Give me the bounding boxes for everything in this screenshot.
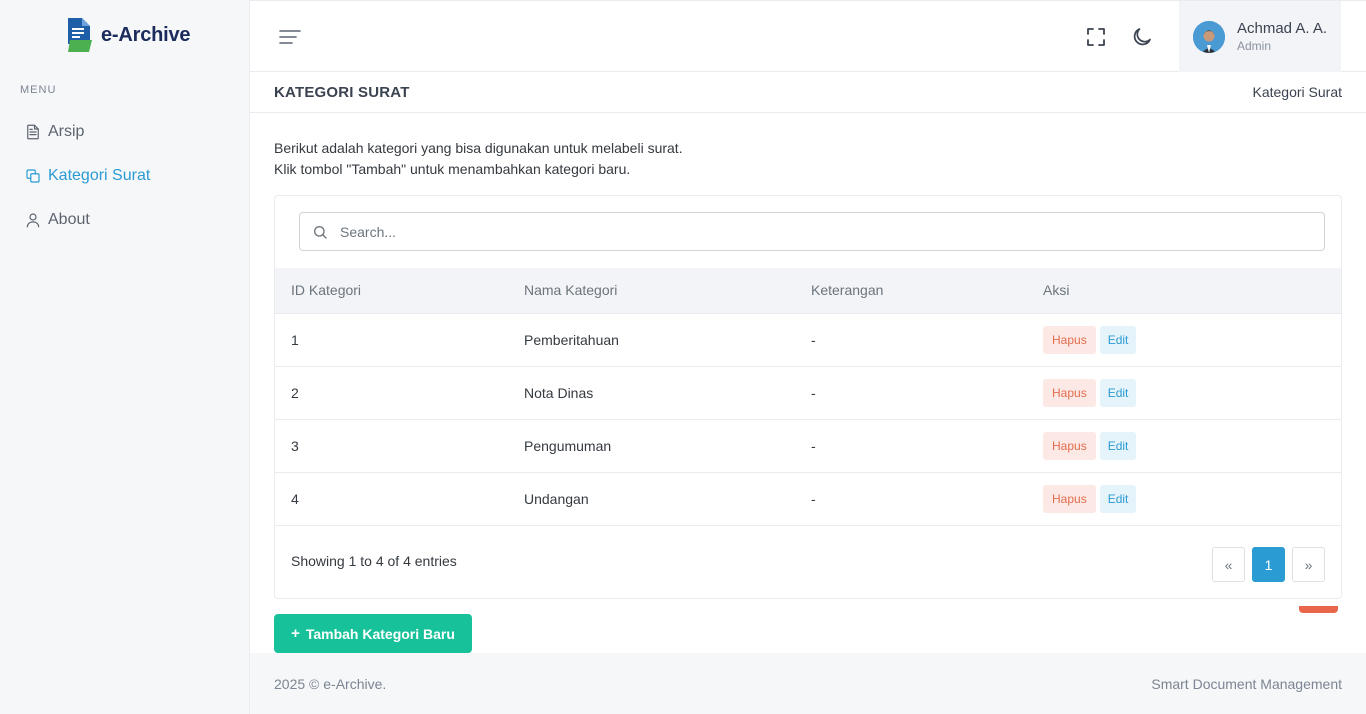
intro-line-1: Berikut adalah kategori yang bisa diguna… [274, 140, 683, 156]
cell-name: Pengumuman [524, 437, 612, 454]
menu-toggle-icon[interactable] [278, 25, 302, 49]
column-header-id[interactable]: ID Kategori [275, 268, 508, 313]
floating-tab[interactable] [1299, 606, 1338, 613]
page-title: KATEGORI SURAT [274, 84, 410, 101]
sidebar-item-about[interactable]: About [0, 198, 250, 242]
footer: 2025 © e-Archive. Smart Document Managem… [250, 653, 1366, 714]
cell-id: 1 [291, 331, 299, 348]
cell-name: Pemberitahuan [524, 331, 619, 348]
sidebar: e-Archive MENU Arsip Kategori Surat Abou… [0, 0, 250, 714]
cell-keterangan: - [811, 331, 816, 348]
sidebar-item-kategori-surat[interactable]: Kategori Surat [0, 154, 250, 198]
category-table: ID Kategori Nama Kategori Keterangan Aks… [275, 268, 1341, 526]
pagination-next-button[interactable]: » [1292, 547, 1325, 582]
sidebar-item-label: Kategori Surat [48, 167, 151, 184]
table-row: 3 Pengumuman - Hapus Edit [275, 419, 1341, 472]
add-category-button[interactable]: + Tambah Kategori Baru [274, 614, 472, 653]
add-category-label: Tambah Kategori Baru [305, 625, 455, 642]
brand-name: e-Archive [101, 23, 191, 46]
file-text-icon [27, 124, 39, 140]
cell-keterangan: - [811, 490, 816, 507]
intro-text: Berikut adalah kategori yang bisa diguna… [274, 138, 683, 180]
search-input[interactable] [340, 223, 1300, 240]
cell-actions: Hapus Edit [1027, 366, 1341, 419]
search-icon [314, 225, 327, 239]
category-table-card: ID Kategori Nama Kategori Keterangan Aks… [274, 195, 1342, 599]
table-row: 4 Undangan - Hapus Edit [275, 472, 1341, 525]
e-archive-logo-icon [66, 16, 96, 54]
table-row: 2 Nota Dinas - Hapus Edit [275, 366, 1341, 419]
moon-icon[interactable] [1130, 25, 1154, 49]
edit-button[interactable]: Edit [1099, 484, 1137, 513]
cell-name: Undangan [524, 490, 589, 507]
cell-keterangan: - [811, 384, 816, 401]
sidebar-item-label: About [48, 211, 90, 228]
search-box[interactable] [299, 212, 1325, 251]
cell-actions: Hapus Edit [1027, 472, 1341, 525]
pagination-page-button[interactable]: 1 [1252, 547, 1285, 582]
user-icon [26, 213, 40, 228]
delete-button[interactable]: Hapus [1043, 484, 1096, 513]
footer-copyright: 2025 © e-Archive. [274, 676, 387, 692]
footer-tagline: Smart Document Management [1151, 676, 1342, 692]
sidebar-item-label: Arsip [48, 123, 85, 140]
cell-actions: Hapus Edit [1027, 419, 1341, 472]
sidebar-nav: Arsip Kategori Surat About [0, 110, 250, 242]
plus-icon: + [291, 625, 300, 642]
pagination-prev-button[interactable]: « [1212, 547, 1245, 582]
intro-line-2: Klik tombol "Tambah" untuk menambahkan k… [274, 161, 631, 177]
delete-button[interactable]: Hapus [1043, 378, 1096, 407]
topbar: Achmad A. A. Admin [250, 0, 1366, 72]
cell-id: 3 [291, 437, 299, 454]
fullscreen-icon[interactable] [1084, 25, 1108, 49]
delete-button[interactable]: Hapus [1043, 325, 1096, 354]
cell-id: 4 [291, 490, 299, 507]
table-header-row: ID Kategori Nama Kategori Keterangan Aks… [275, 268, 1341, 313]
table-row: 1 Pemberitahuan - Hapus Edit [275, 313, 1341, 366]
brand-logo-link[interactable]: e-Archive [66, 16, 191, 54]
sidebar-item-arsip[interactable]: Arsip [0, 110, 250, 154]
cell-actions: Hapus Edit [1027, 313, 1341, 366]
page-header: KATEGORI SURAT Kategori Surat [250, 72, 1366, 113]
menu-section-title: MENU [20, 84, 57, 96]
edit-button[interactable]: Edit [1099, 378, 1137, 407]
edit-button[interactable]: Edit [1099, 431, 1137, 460]
pagination: « 1 » [1212, 547, 1325, 582]
avatar [1193, 20, 1225, 53]
cell-id: 2 [291, 384, 299, 401]
cell-name: Nota Dinas [524, 384, 594, 401]
column-header-name[interactable]: Nama Kategori [508, 268, 795, 313]
column-header-keterangan[interactable]: Keterangan [795, 268, 1027, 313]
edit-button[interactable]: Edit [1099, 325, 1137, 354]
copy-icon [26, 169, 40, 183]
column-header-aksi: Aksi [1043, 282, 1070, 299]
entries-info: Showing 1 to 4 of 4 entries [291, 553, 457, 569]
user-name: Achmad A. A. [1237, 20, 1328, 37]
user-info: Achmad A. A. Admin [1237, 20, 1327, 53]
cell-keterangan: - [811, 437, 816, 454]
user-menu[interactable]: Achmad A. A. Admin [1179, 1, 1341, 72]
user-role: Admin [1237, 39, 1272, 53]
delete-button[interactable]: Hapus [1043, 431, 1096, 460]
breadcrumb: Kategori Surat [1252, 84, 1343, 100]
